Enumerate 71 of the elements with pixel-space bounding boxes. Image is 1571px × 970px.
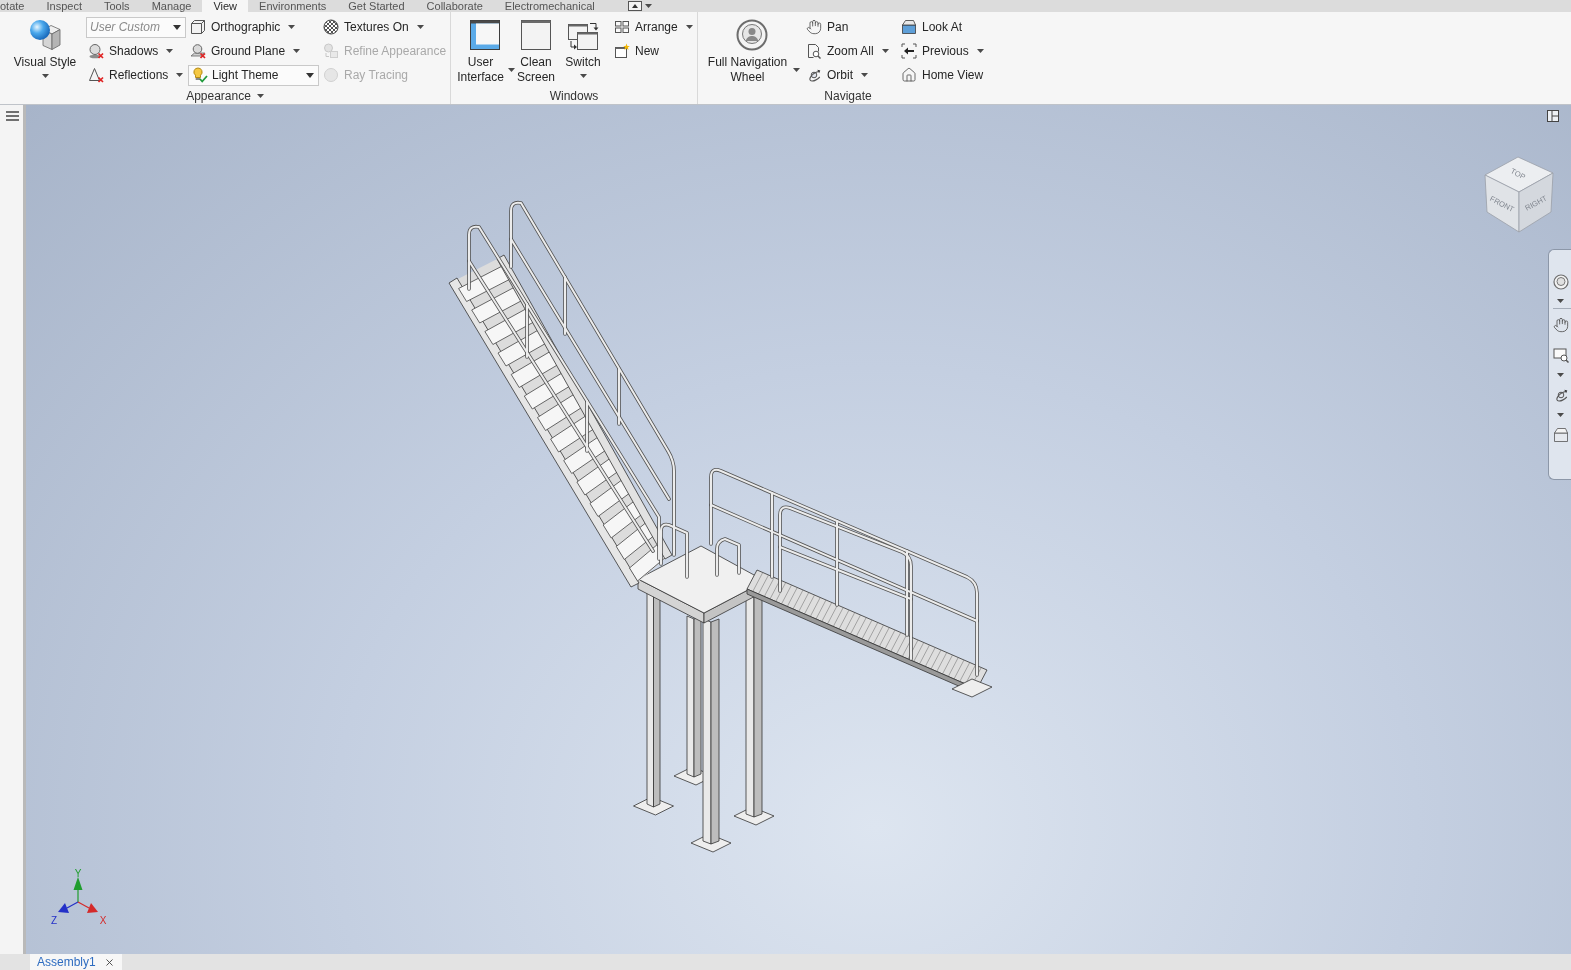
ribbon-button[interactable]: Home View: [899, 64, 986, 86]
ribbon-button[interactable]: Arrange: [612, 16, 695, 38]
ribbon-tab[interactable]: Manage: [140, 0, 203, 12]
ribbon-button[interactable]: Textures On: [321, 16, 426, 38]
sphere-shadow-icon: [88, 43, 104, 59]
blank-window-icon: [520, 19, 552, 51]
sphere-cube-icon: [323, 43, 339, 59]
ribbon-button[interactable]: Orbit: [804, 64, 870, 86]
document-tab[interactable]: Assembly1: [30, 954, 122, 970]
caret-icon: [1557, 373, 1564, 377]
ribbon-button[interactable]: Pan: [804, 16, 851, 38]
hand-icon[interactable]: [1553, 317, 1569, 333]
ribbon-tab[interactable]: Get Started: [337, 0, 416, 12]
ribbon-button[interactable]: Zoom All: [804, 40, 891, 62]
axis-label: Y: [74, 867, 82, 879]
bulb-check-icon: [192, 67, 208, 83]
dropdown-field[interactable]: User Custom: [86, 16, 186, 38]
page-magnifier-icon: [806, 43, 822, 59]
ribbon-button[interactable]: Full Navigation Wheel: [704, 15, 800, 85]
layout-icon[interactable]: [1547, 110, 1559, 122]
caret-icon: [1557, 413, 1564, 417]
ribbon-button[interactable]: Shadows: [86, 40, 176, 62]
ribbon-button[interactable]: Look At: [899, 16, 965, 38]
ring-icon[interactable]: [1553, 274, 1569, 290]
ribbon-button[interactable]: Previous: [899, 40, 986, 62]
sphere-cube-icon: [29, 19, 61, 51]
dropdown-arrow-icon: [306, 72, 314, 78]
dropdown-arrow-icon: [173, 24, 181, 30]
axis-label: Z: [50, 914, 58, 925]
sphere-icon: [323, 67, 339, 83]
ribbon-tab[interactable]: Tools: [92, 0, 141, 12]
orbit-icon[interactable]: [1553, 387, 1569, 403]
cone-cross-icon: [88, 67, 104, 83]
hand-icon: [806, 19, 822, 35]
axis-label: X: [99, 914, 107, 925]
cube-outline-icon: [190, 19, 206, 35]
sphere-plane-icon: [190, 43, 206, 59]
panel-title: Windows: [549, 89, 599, 103]
left-arrow-icon: [901, 43, 917, 59]
menu-icon[interactable]: [6, 111, 19, 121]
ribbon-tab[interactable]: Inspect: [35, 0, 93, 12]
caret-icon: [644, 4, 652, 8]
ribbon-tab[interactable]: View: [202, 0, 249, 12]
new-window-icon: [614, 43, 630, 59]
person-circle-icon: [736, 19, 768, 51]
ribbon-button[interactable]: Clean Screen: [516, 15, 556, 85]
ribbon-button[interactable]: Ground Plane: [188, 40, 303, 62]
ribbon-display-button[interactable]: [627, 0, 652, 12]
home-icon: [901, 67, 917, 83]
checker-sphere-icon: [323, 19, 339, 35]
zoom-window-icon[interactable]: [1553, 347, 1569, 363]
ribbon-tab[interactable]: Electromechanical: [493, 0, 606, 12]
grid-icon: [614, 19, 630, 35]
caret-icon: [1557, 299, 1564, 303]
ribbon-tab[interactable]: otate: [0, 0, 36, 12]
ribbon-button[interactable]: Orthographic: [188, 16, 298, 38]
ribbon-button[interactable]: Switch: [562, 15, 604, 78]
window-icon: [469, 19, 501, 51]
dropdown-field[interactable]: Light Theme: [188, 64, 319, 86]
ribbon-button[interactable]: New: [612, 40, 661, 62]
ribbon-button[interactable]: Reflections: [86, 64, 186, 86]
orbit-icon: [806, 67, 822, 83]
box-icon[interactable]: [1553, 427, 1569, 443]
panel-title: Navigate: [824, 89, 872, 103]
panel-title-button[interactable]: Appearance: [186, 89, 264, 103]
ribbon-button[interactable]: Visual Style: [6, 15, 84, 78]
close-icon[interactable]: [103, 956, 115, 968]
box-icon: [901, 19, 917, 35]
ribbon-tab[interactable]: Environments: [248, 0, 338, 12]
ribbon-button[interactable]: User Interface: [455, 15, 515, 85]
ribbon-tab[interactable]: Collaborate: [415, 0, 494, 12]
